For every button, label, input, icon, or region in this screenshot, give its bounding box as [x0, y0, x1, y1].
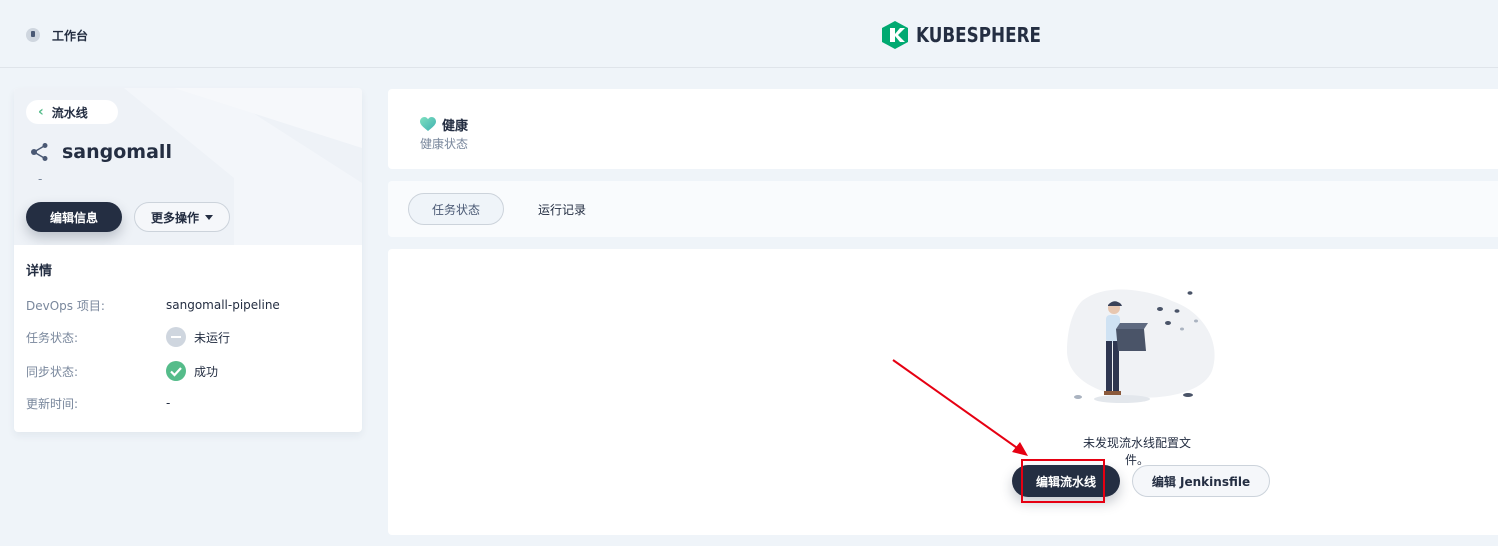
workbench-label: 工作台 — [52, 28, 89, 43]
top-bar: 工作台 KUBESPHERE — [0, 0, 1498, 68]
pipeline-icon — [31, 143, 48, 161]
health-status-label: 健康状态 — [420, 137, 469, 151]
tabs-bar: 任务状态 运行记录 — [388, 181, 1498, 237]
devops-project-value: sangomall-pipeline — [166, 298, 280, 312]
detail-row-devops-project: DevOps 项目: sangomall-pipeline — [26, 295, 346, 315]
detail-value: sangomall-pipeline — [166, 298, 280, 312]
update-time-value: - — [166, 396, 171, 410]
brand-logo[interactable]: KUBESPHERE — [882, 20, 1065, 50]
health-status: 健康 — [420, 115, 468, 134]
no-pipeline-config-message: 未发现流水线配置文件。 — [1082, 436, 1191, 467]
back-to-pipelines-button[interactable]: ‹ 流水线 — [26, 100, 118, 124]
workbench-link[interactable]: 工作台 — [26, 26, 88, 44]
pipeline-header: ‹ 流水线 sangomall - 编辑信息 更多操作 — [14, 88, 362, 245]
annotation-arrow-icon — [892, 359, 1028, 456]
more-actions-button[interactable]: 更多操作 — [134, 202, 230, 232]
details-title: 详情 — [26, 264, 53, 279]
success-check-icon — [166, 361, 186, 381]
heart-icon — [420, 117, 436, 131]
detail-row-task-status: 任务状态: 未运行 — [26, 327, 346, 347]
detail-value: - — [166, 396, 170, 410]
pipeline-title: sangomall — [30, 140, 172, 164]
sync-status-value: 成功 — [194, 364, 219, 379]
caret-down-icon — [205, 214, 213, 220]
more-actions-label: 更多操作 — [150, 210, 199, 225]
pipeline-info-card: ‹ 流水线 sangomall - 编辑信息 更多操作 详情 DevOps 项目… — [14, 88, 362, 432]
health-status-text: 健康 — [442, 119, 469, 134]
detail-key: DevOps 项目: — [26, 298, 105, 313]
back-label: 流水线 — [51, 105, 88, 120]
edit-info-button[interactable]: 编辑信息 — [26, 202, 122, 232]
kubesphere-logo-icon — [882, 21, 908, 49]
chevron-left-icon: ‹ — [38, 104, 44, 120]
task-status-value: 未运行 — [194, 330, 231, 345]
tab-task-status[interactable]: 任务状态 — [408, 193, 504, 225]
workbench-icon — [26, 28, 40, 42]
detail-row-sync-status: 同步状态: 成功 — [26, 361, 346, 381]
edit-jenkinsfile-button[interactable]: 编辑 Jenkinsfile — [1132, 465, 1270, 497]
pipeline-name: sangomall — [62, 141, 172, 163]
detail-key: 同步状态: — [26, 364, 79, 379]
detail-key: 更新时间: — [26, 396, 79, 411]
detail-key: 任务状态: — [26, 330, 79, 345]
health-card: 健康 健康状态 — [388, 89, 1498, 169]
check-icon — [170, 367, 182, 377]
not-running-icon — [166, 327, 186, 347]
detail-value: 成功 — [166, 361, 218, 381]
detail-value: 未运行 — [166, 327, 230, 347]
pipeline-description: - — [38, 172, 43, 186]
empty-box-illustration — [1067, 289, 1215, 403]
detail-row-update-time: 更新时间: - — [26, 393, 346, 413]
tab-run-records[interactable]: 运行记录 — [530, 193, 594, 225]
brand-name: KUBESPHERE — [916, 23, 1042, 47]
